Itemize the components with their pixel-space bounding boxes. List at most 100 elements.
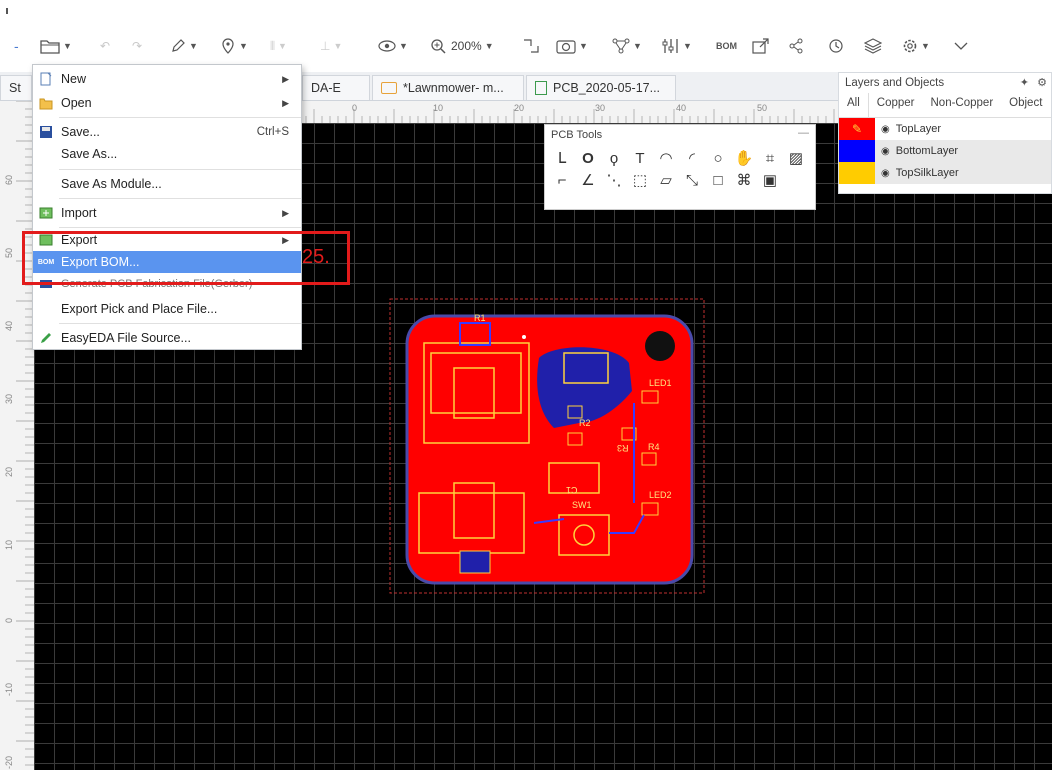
pcb-tools-panel: PCB Tools — ᒪ O ϙ T ◠ ◜ ○ ✋ ⌗ ▨ ⌐ ∠ ⋱ ⬚ … [544, 124, 816, 210]
history-icon[interactable] [828, 34, 844, 58]
layer-color-swatch[interactable] [839, 140, 875, 162]
arc-tool-icon[interactable]: ◠ [655, 147, 677, 169]
tab-start[interactable]: St [0, 75, 32, 100]
measure-tool-icon[interactable]: ⤡ [681, 169, 703, 191]
ruler-left-label: 10 [4, 540, 14, 550]
text-tool-icon[interactable]: T [629, 147, 651, 169]
connect-tool-icon[interactable]: ⋱ [603, 169, 625, 191]
folder-icon [40, 40, 60, 54]
annotation-step-number: 25. [302, 246, 330, 268]
menu-label: Save As Module... [61, 177, 162, 191]
eye-icon[interactable]: ▼ [378, 34, 408, 58]
layer-row-toplayer[interactable]: ✎ ◉ TopLayer [839, 118, 1051, 140]
menu-item-file-source[interactable]: EasyEDA File Source... [33, 326, 301, 350]
copper-area-icon[interactable]: ⌘ [733, 169, 755, 191]
eye-icon[interactable]: ◉ [881, 146, 890, 157]
ruler-top-label: 30 [595, 103, 605, 113]
menu-item-save-as[interactable]: Save As... [33, 142, 301, 166]
via-tool-icon[interactable]: ϙ [603, 147, 625, 169]
track-tool-icon[interactable]: ᒪ [551, 147, 573, 169]
file-menu-button[interactable]: ▼ [40, 34, 72, 58]
canvas-tool-icon[interactable]: ▣ [759, 169, 781, 191]
menu-item-open[interactable]: Open ▶ [33, 91, 301, 115]
layer-color-swatch[interactable]: ✎ [839, 118, 875, 140]
corner-tool-icon[interactable]: ⌐ [551, 169, 573, 191]
menu-separator [59, 169, 301, 170]
export-icon[interactable] [752, 34, 770, 58]
pin-icon[interactable]: ✦ [1020, 76, 1029, 89]
region-tool-icon[interactable]: ⬚ [629, 169, 651, 191]
ruler-left-label: 50 [4, 248, 14, 258]
menu-shortcut: Ctrl+S [256, 126, 289, 138]
pcb-label-r2: R2 [579, 418, 591, 428]
align-left-icon[interactable]: ⫴ ▼ [270, 34, 287, 58]
tab-lawnmower[interactable]: *Lawnmower- m... [372, 75, 524, 100]
image-tool-icon[interactable]: ▨ [785, 147, 807, 169]
gear-icon[interactable]: ▼ [902, 34, 930, 58]
circle-tool-icon[interactable]: ○ [707, 147, 729, 169]
menu-item-new[interactable]: New ▶ [33, 67, 301, 91]
tab-object[interactable]: Object [1001, 93, 1050, 117]
location-pin-icon[interactable]: ▼ [220, 34, 248, 58]
gear-icon[interactable]: ⚙ [1037, 76, 1047, 89]
eye-icon[interactable]: ◉ [881, 124, 890, 135]
minimize-button[interactable]: — [798, 127, 809, 139]
annotation-highlight-box [22, 231, 350, 285]
menu-label: Open [61, 96, 92, 110]
zoom-control[interactable]: 200% ▼ [430, 34, 494, 58]
pencil-green-icon [41, 333, 51, 343]
pad-tool-icon[interactable]: O [577, 147, 599, 169]
layer-row-topsilklayer[interactable]: ◉ TopSilkLayer [839, 162, 1051, 184]
layer-color-swatch[interactable] [839, 162, 875, 184]
tab-non-copper[interactable]: Non-Copper [923, 93, 1002, 117]
arc-center-tool-icon[interactable]: ◜ [681, 147, 703, 169]
rectangle-tool-icon[interactable]: □ [707, 169, 729, 191]
tab-pcb[interactable]: PCB_2020-05-17... [526, 75, 676, 100]
menu-label: Save As... [61, 147, 118, 161]
bom-button[interactable]: BOM [716, 34, 737, 58]
menu-item-import[interactable]: Import ▶ [33, 201, 301, 225]
chevron-right-icon: ▶ [282, 97, 289, 108]
menu-separator [59, 227, 301, 228]
open-folder-icon [39, 98, 53, 110]
menu-item-save-as-module[interactable]: Save As Module... [33, 172, 301, 196]
camera-icon[interactable]: ▼ [556, 34, 588, 58]
dimension-tool-icon[interactable]: ⌗ [759, 147, 781, 169]
rotate-icon[interactable] [522, 34, 540, 58]
menu-label: Export Pick and Place File... [61, 302, 218, 316]
tab-label: PCB_2020-05-17... [553, 81, 661, 95]
eye-icon[interactable]: ◉ [881, 168, 890, 179]
menu-item-export-pick-place[interactable]: Export Pick and Place File... [33, 297, 301, 321]
solid-region-icon[interactable]: ▱ [655, 169, 677, 191]
pcb-tools-title: PCB Tools [551, 129, 603, 141]
tab-all[interactable]: All [839, 93, 869, 117]
tools-icon[interactable]: ▼ [662, 34, 692, 58]
menu-label: EasyEDA File Source... [61, 331, 191, 345]
align-bottom-icon[interactable]: ⊥ ▼ [320, 34, 342, 58]
share-icon[interactable] [788, 34, 804, 58]
redo-icon[interactable]: ↷ [132, 34, 142, 58]
share-net-icon[interactable]: ▼ [612, 34, 642, 58]
pencil-icon[interactable]: ▼ [170, 34, 198, 58]
folder-icon [381, 82, 397, 94]
ruler-left-label: 0 [4, 618, 14, 623]
menu-item-save[interactable]: Save... Ctrl+S [33, 120, 301, 144]
ruler-left-label: 20 [4, 467, 14, 477]
main-toolbar: - ▼ ↶ ↷ ▼ ▼ ⫴ ▼ ⊥ ▼ ▼ 200% ▼ ▼ ▼ ▼ BOM ▼ [0, 28, 1052, 64]
menu-label: New [61, 72, 87, 86]
chevron-down-icon[interactable] [954, 34, 968, 58]
pan-hand-icon[interactable]: ✋ [733, 147, 755, 169]
tab-easyeda[interactable]: DA-E [302, 75, 370, 100]
menu-separator [59, 117, 301, 118]
ruler-top-label: 50 [757, 103, 767, 113]
pcb-label-led1: LED1 [649, 378, 672, 388]
tab-copper[interactable]: Copper [869, 93, 923, 117]
ruler-top-label: 20 [514, 103, 524, 113]
file-menu: New ▶ Open ▶ Save... Ctrl+S Save As... S… [32, 64, 302, 350]
undo-icon[interactable]: ↶ [100, 34, 110, 58]
ruler-top-label: 10 [433, 103, 443, 113]
angle-tool-icon[interactable]: ∠ [577, 169, 599, 191]
layer-name: BottomLayer [895, 145, 959, 157]
layers-icon[interactable] [864, 34, 882, 58]
layer-row-bottomlayer[interactable]: ◉ BottomLayer [839, 140, 1051, 162]
